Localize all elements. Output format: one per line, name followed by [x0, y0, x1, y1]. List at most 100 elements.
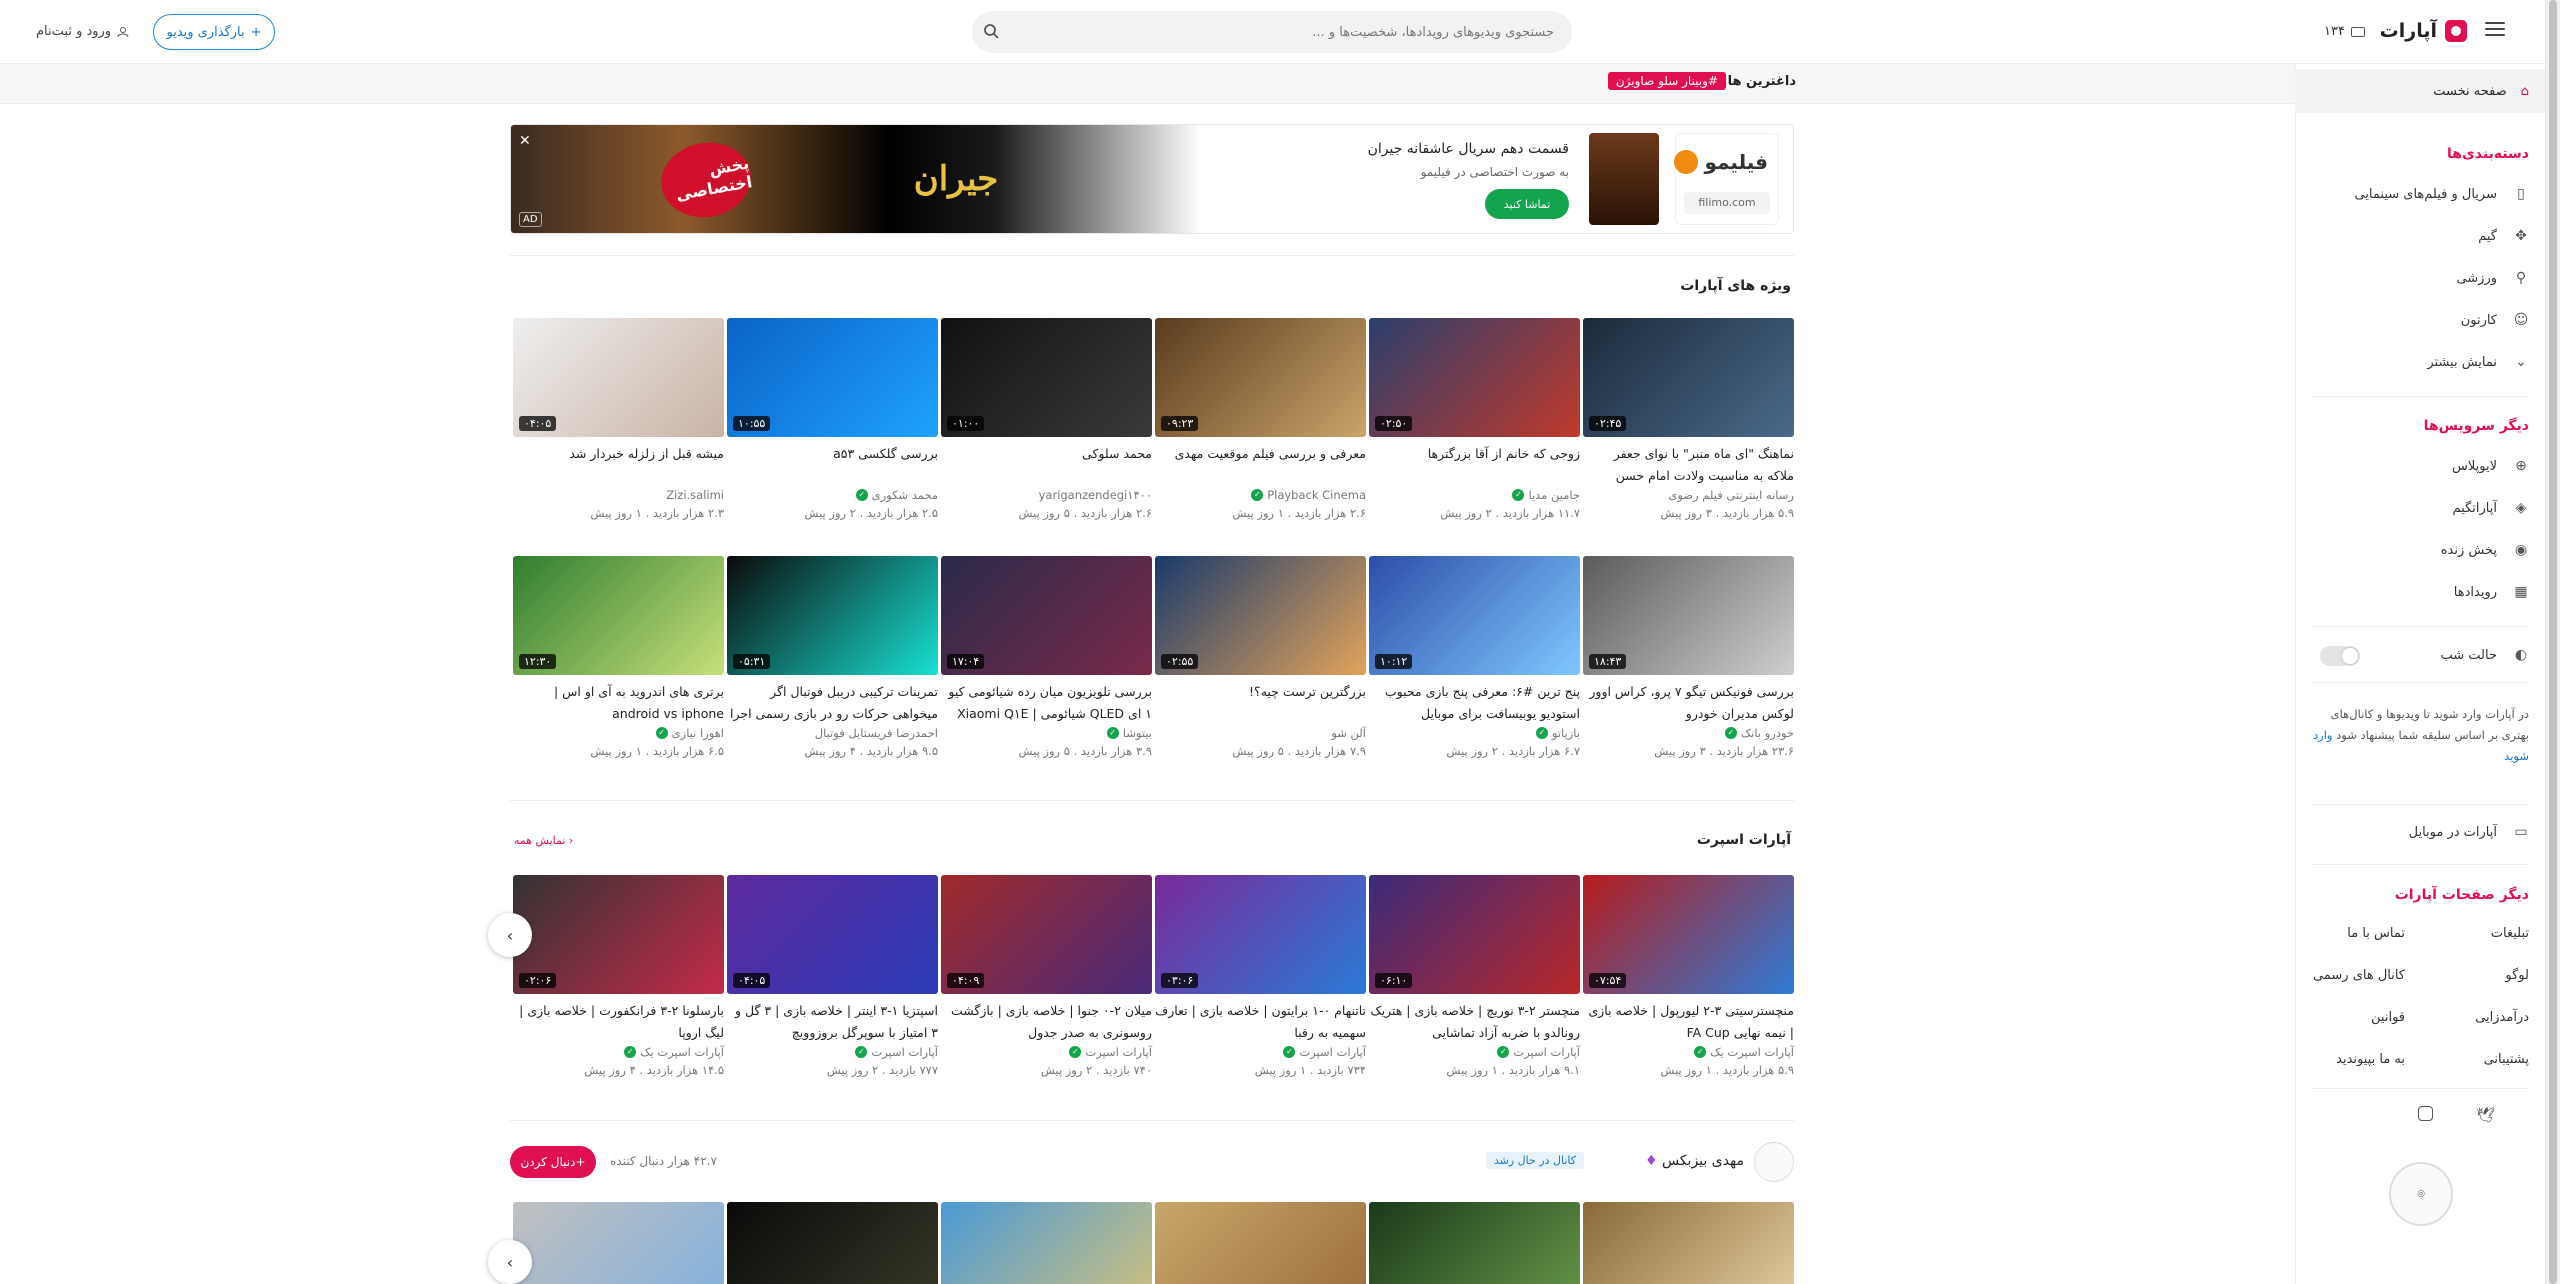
sidebar-item-live[interactable]: ◉ پخش زنده	[2441, 542, 2529, 558]
video-title[interactable]: برتری های اندروید به آی او اس | android …	[513, 681, 724, 725]
sidebar-item-mobile[interactable]: ▭ آپارات در موبایل	[2409, 824, 2529, 840]
video-card[interactable]	[727, 1202, 938, 1284]
channel-name[interactable]: yariganzendegi۱۴۰۰	[941, 488, 1152, 502]
channel-name[interactable]: آپارات اسپرت ✓	[727, 1045, 938, 1059]
ad-banner[interactable]: فیلیمو filimo.com قسمت دهم سریال عاشقانه…	[510, 124, 1794, 234]
video-card[interactable]: ۰۳:۰۶ تاتنهام ۰-۱ برایتون | خلاصه بازی | …	[1155, 875, 1366, 1077]
ad-watch-button[interactable]: تماشا کنید	[1485, 189, 1569, 219]
video-title[interactable]: منچستر ۲-۳ نوریچ | خلاصه بازی | هتریک رو…	[1369, 1000, 1580, 1044]
avatar[interactable]	[1754, 1142, 1794, 1182]
channel-name[interactable]: آپارات اسپرت ✓	[1155, 1045, 1366, 1059]
search-icon[interactable]	[980, 20, 1004, 44]
video-thumbnail[interactable]: ۰۶:۱۰	[1369, 875, 1580, 994]
lang-selector[interactable]: ۱۳۴	[2324, 24, 2365, 39]
channel-name[interactable]: جامین مدیا ✓	[1369, 488, 1580, 502]
close-icon[interactable]: ✕	[519, 133, 531, 149]
video-card[interactable]: ۱۰:۵۵ بررسی گلکسی a۵۳ محمد شکوری ✓ ۲.۵ هزار …	[727, 318, 938, 520]
video-thumbnail[interactable]: ۱۰:۵۵	[727, 318, 938, 437]
video-card[interactable]	[1583, 1202, 1794, 1284]
channel-name[interactable]: آپارات اسپرت یک ✓	[513, 1045, 724, 1059]
video-title[interactable]: اسپتزیا ۱-۳ اینتر | خلاصه بازی | ۳ گل و …	[727, 1000, 938, 1044]
video-thumbnail[interactable]: ۱۲:۳۰	[513, 556, 724, 675]
footer-link[interactable]: تبلیغات	[2491, 926, 2529, 941]
follow-button[interactable]: + دنبال کردن	[510, 1146, 596, 1178]
channel-name[interactable]: Playback Cinema ✓	[1155, 488, 1366, 502]
sidebar-item-more[interactable]: ⌄ نمایش بیشتر	[2427, 354, 2529, 370]
video-thumbnail[interactable]: ۰۴:۰۵	[727, 875, 938, 994]
video-card[interactable]: ۰۲:۵۰ زوجی که خانم از آقا بزرگترها جامین م…	[1369, 318, 1580, 520]
video-title[interactable]: زوجی که خانم از آقا بزرگترها	[1369, 443, 1580, 487]
video-title[interactable]: تمرینات ترکیبی دریبل فوتبال اگر میخواهی …	[727, 681, 938, 725]
video-card[interactable]: ۰۲:۵۵ بزرگترین ترست چیه؟! آلن شو ۷.۹ هزار ب…	[1155, 556, 1366, 758]
sidebar-item-liveplus[interactable]: ⊕ لایوپلاس	[2452, 458, 2529, 474]
channel-name[interactable]: محمد شکوری ✓	[727, 488, 938, 502]
video-card[interactable]: ۰۱:۰۰ محمد سلوکی yariganzendegi۱۴۰۰ ۲.۶ هزا…	[941, 318, 1152, 520]
footer-link[interactable]: کانال های رسمی	[2313, 968, 2405, 983]
video-card[interactable]: ۰۴:۰۹ میلان ۲-۰ جنوا | خلاصه بازی | بازگش…	[941, 875, 1152, 1077]
video-card[interactable]	[941, 1202, 1152, 1284]
video-card[interactable]: ۱۷:۰۴ بررسی تلویزیون میان رده شیائومی کیو…	[941, 556, 1152, 758]
video-thumbnail[interactable]	[1155, 1202, 1366, 1284]
video-title[interactable]: معرفی و بررسی فیلم موقعیت مهدی	[1155, 443, 1366, 487]
video-thumbnail[interactable]: ۰۵:۳۱	[727, 556, 938, 675]
channel-name[interactable]: بیتوشا ✓	[941, 726, 1152, 740]
video-title[interactable]: پنج ترین #۶: معرفی پنج بازی محبوب استودی…	[1369, 681, 1580, 725]
video-thumbnail[interactable]: ۰۲:۵۰	[1369, 318, 1580, 437]
sidebar-item-sport[interactable]: ⚲ ورزشی	[2456, 270, 2529, 286]
video-thumbnail[interactable]	[513, 1202, 724, 1284]
dark-mode-toggle[interactable]	[2320, 646, 2360, 666]
video-thumbnail[interactable]	[1369, 1202, 1580, 1284]
scrollbar-thumb[interactable]	[2549, 0, 2557, 1284]
video-title[interactable]: بزرگترین ترست چیه؟!	[1155, 681, 1366, 725]
video-card[interactable]: ۱۰:۱۲ پنج ترین #۶: معرفی پنج بازی محبوب ا…	[1369, 556, 1580, 758]
video-card[interactable]: ۰۲:۴۵ نماهنگ "ای ماه منبر" با نوای جعفر م…	[1583, 318, 1794, 520]
channel-name[interactable]: Zizi.salimi	[513, 488, 724, 502]
instagram-icon[interactable]	[2418, 1106, 2433, 1121]
ad-url[interactable]: filimo.com	[1684, 192, 1770, 214]
channel-name[interactable]: بازیاتو ✓	[1369, 726, 1580, 740]
login-button[interactable]: ورود و ثبت‌نام	[36, 24, 129, 39]
sidebar-item-movies[interactable]: ▯ سریال و فیلم‌های سینمایی	[2354, 186, 2529, 202]
video-card[interactable]: ۰۴:۰۵ میشه قبل از زلزله خبردار شد Zizi.sal…	[513, 318, 724, 520]
footer-link[interactable]: پشتیبانی	[2484, 1052, 2529, 1067]
video-thumbnail[interactable]: ۰۹:۲۳	[1155, 318, 1366, 437]
video-title[interactable]: بررسی تلویزیون میان رده شیائومی کیو ۱ ای…	[941, 681, 1152, 725]
video-thumbnail[interactable]: ۰۷:۵۴	[1583, 875, 1794, 994]
channel-name[interactable]: رسانه اینترنتی فیلم رضوی	[1583, 488, 1794, 502]
video-title[interactable]: محمد سلوکی	[941, 443, 1152, 487]
video-thumbnail[interactable]: ۰۴:۰۵	[513, 318, 724, 437]
footer-link[interactable]: قوانین	[2371, 1010, 2405, 1025]
channel-name[interactable]: مهدی بیزبکس ♦	[1645, 1153, 1744, 1169]
video-thumbnail[interactable]: ۰۲:۵۵	[1155, 556, 1366, 675]
video-title[interactable]: نماهنگ "ای ماه منبر" با نوای جعفر ملاکه …	[1583, 443, 1794, 487]
sidebar-item-game[interactable]: ✥ گیم	[2478, 228, 2529, 244]
video-thumbnail[interactable]: ۰۱:۰۰	[941, 318, 1152, 437]
footer-link[interactable]: لوگو	[2505, 968, 2529, 983]
footer-link[interactable]: درآمدزایی	[2475, 1010, 2529, 1025]
scrollbar[interactable]	[2545, 0, 2560, 1284]
video-title[interactable]: منچسترسیتی ۳-۲ لیورپول | خلاصه بازی | نی…	[1583, 1000, 1794, 1044]
footer-link[interactable]: تماس با ما	[2347, 926, 2405, 941]
video-thumbnail[interactable]: ۰۲:۴۵	[1583, 318, 1794, 437]
footer-link[interactable]: به ما بپیوندید	[2336, 1052, 2405, 1067]
video-thumbnail[interactable]	[1583, 1202, 1794, 1284]
video-thumbnail[interactable]	[727, 1202, 938, 1284]
video-card[interactable]	[1155, 1202, 1366, 1284]
video-thumbnail[interactable]: ۰۳:۰۶	[1155, 875, 1366, 994]
upload-video-button[interactable]: + بارگذاری ویدیو	[153, 14, 275, 50]
channel-name[interactable]: آپارات اسپرت ✓	[941, 1045, 1152, 1059]
channel-name[interactable]: آلن شو	[1155, 726, 1366, 740]
video-card[interactable]	[513, 1202, 724, 1284]
aparat-logo[interactable]: آپارات	[2380, 16, 2467, 46]
video-thumbnail[interactable]	[941, 1202, 1152, 1284]
channel-name[interactable]: احمدرضا فریستایل فوتبال	[727, 726, 938, 740]
video-card[interactable]	[1369, 1202, 1580, 1284]
sidebar-item-events[interactable]: ▦ رویدادها	[2454, 584, 2529, 600]
twitter-icon[interactable]: 🕊	[2476, 1106, 2495, 1124]
carousel-prev-button[interactable]: ‹	[488, 1240, 532, 1284]
video-thumbnail[interactable]: ۱۰:۱۲	[1369, 556, 1580, 675]
video-card[interactable]: ۰۴:۰۵ اسپتزیا ۱-۳ اینتر | خلاصه بازی | ۳ …	[727, 875, 938, 1077]
video-card[interactable]: ۰۷:۵۴ منچسترسیتی ۳-۲ لیورپول | خلاصه بازی…	[1583, 875, 1794, 1077]
channel-name[interactable]: آپارات اسپرت یک ✓	[1583, 1045, 1794, 1059]
sidebar-item-aparatgame[interactable]: ◈ آپاراتگیم	[2453, 500, 2529, 516]
